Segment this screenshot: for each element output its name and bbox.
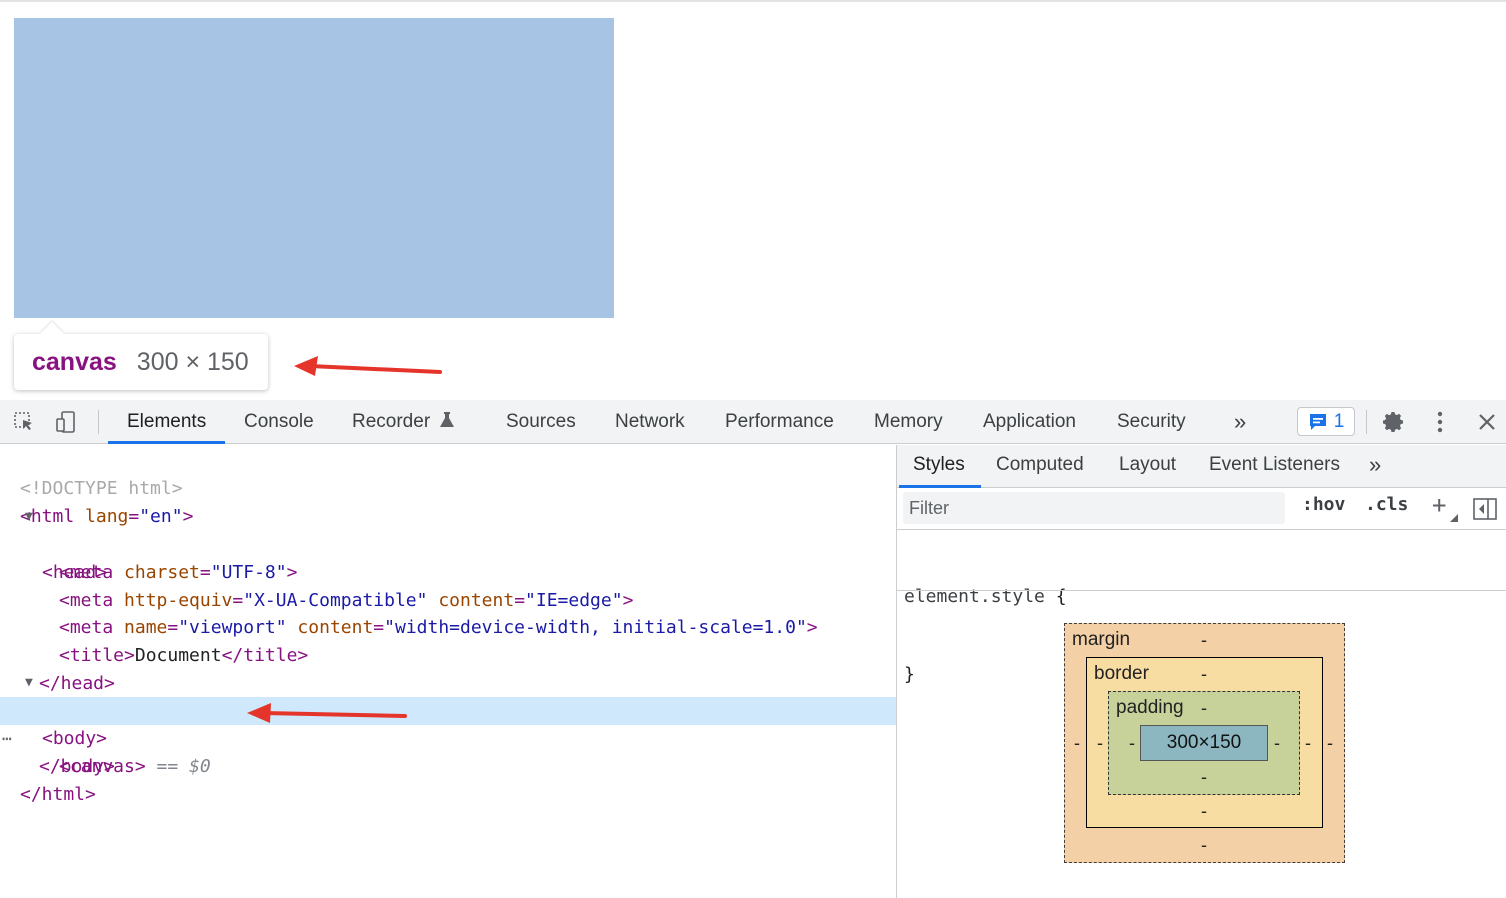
tab-recorder-label: Recorder xyxy=(352,411,431,432)
expand-triangle-icon[interactable]: ▼ xyxy=(25,669,33,697)
canvas-element[interactable] xyxy=(14,18,614,318)
box-model-content[interactable]: 300×150 xyxy=(1140,725,1268,761)
styles-filter-input[interactable] xyxy=(903,492,1285,524)
tab-memory[interactable]: Memory xyxy=(874,400,943,444)
sidebar-more-tabs-icon[interactable]: » xyxy=(1369,445,1381,487)
tab-console[interactable]: Console xyxy=(244,400,314,444)
active-tab-indicator xyxy=(108,441,225,444)
new-rule-menu-icon xyxy=(1450,514,1458,522)
padding-right-value[interactable]: - xyxy=(1274,733,1280,754)
kebab-menu-icon[interactable] xyxy=(1426,408,1454,436)
margin-right-value[interactable]: - xyxy=(1327,733,1333,754)
dom-meta-charset[interactable]: <meta charset="UTF-8"> xyxy=(0,531,896,583)
border-bottom-value[interactable]: - xyxy=(1201,801,1207,822)
dom-html-close[interactable]: </html> xyxy=(0,753,896,805)
tab-application[interactable]: Application xyxy=(983,400,1076,444)
tab-network[interactable]: Network xyxy=(615,400,685,444)
close-brace: } xyxy=(904,664,915,685)
gear-icon[interactable] xyxy=(1380,408,1408,436)
cls-toggle-button[interactable]: .cls xyxy=(1365,494,1408,515)
padding-left-value[interactable]: - xyxy=(1129,733,1135,754)
margin-label: margin xyxy=(1072,629,1131,650)
dom-title[interactable]: <title>Document</title> xyxy=(0,614,896,666)
tab-elements[interactable]: Elements xyxy=(127,400,206,444)
tab-event-listeners[interactable]: Event Listeners xyxy=(1209,445,1340,487)
margin-bottom-value[interactable]: - xyxy=(1201,835,1207,856)
border-label: border xyxy=(1094,663,1149,684)
annotation-arrow-icon xyxy=(294,356,442,376)
annotation-arrow-icon xyxy=(247,703,407,723)
padding-top-value[interactable]: - xyxy=(1201,698,1207,719)
close-icon[interactable] xyxy=(1473,408,1501,436)
inspect-element-icon[interactable] xyxy=(10,408,38,436)
tooltip-dimensions: 300 × 150 xyxy=(136,347,249,376)
hov-toggle-button[interactable]: :hov xyxy=(1302,494,1345,515)
element-style-rule[interactable]: element.style { } xyxy=(904,532,1067,714)
rule-divider xyxy=(897,590,1506,591)
more-tabs-icon[interactable]: » xyxy=(1234,400,1246,444)
dom-canvas-selected[interactable]: ⋯ <canvas> == $0 xyxy=(0,697,896,777)
tab-sources[interactable]: Sources xyxy=(506,400,576,444)
tab-recorder[interactable]: Recorder xyxy=(352,400,455,444)
border-right-value[interactable]: - xyxy=(1305,733,1311,754)
toggle-sidebar-pane-icon[interactable] xyxy=(1473,498,1497,520)
dom-head-open[interactable]: ▼ <head> xyxy=(0,503,896,583)
tab-styles[interactable]: Styles xyxy=(913,445,965,487)
toolbar-separator xyxy=(1366,410,1367,434)
dom-body-open[interactable]: ▼ <body> xyxy=(0,669,896,749)
dom-body-close[interactable]: </body> xyxy=(0,725,896,777)
tooltip-tag-name: canvas xyxy=(32,347,117,376)
margin-top-value[interactable]: - xyxy=(1201,630,1207,651)
styles-filter-bar: :hov .cls + xyxy=(897,488,1506,530)
issues-button[interactable]: 1 xyxy=(1297,407,1355,436)
padding-label: padding xyxy=(1116,697,1184,718)
new-style-rule-button[interactable]: + xyxy=(1432,491,1446,519)
dom-meta-http-equiv[interactable]: <meta http-equiv="X-UA-Compatible" conte… xyxy=(0,559,896,611)
tab-computed[interactable]: Computed xyxy=(996,445,1084,487)
tab-layout[interactable]: Layout xyxy=(1119,445,1176,487)
padding-bottom-value[interactable]: - xyxy=(1201,767,1207,788)
tab-security[interactable]: Security xyxy=(1117,400,1186,444)
dom-html-open[interactable]: <html lang="en"> xyxy=(0,475,896,527)
dom-meta-viewport[interactable]: <meta name="viewport" content="width=dev… xyxy=(0,586,896,638)
toolbar-separator xyxy=(98,410,99,434)
border-left-value[interactable]: - xyxy=(1097,733,1103,754)
dom-doctype[interactable]: <!DOCTYPE html> xyxy=(0,447,896,499)
tab-performance[interactable]: Performance xyxy=(725,400,834,444)
dom-head-close[interactable]: </head> xyxy=(0,642,896,694)
expand-triangle-icon[interactable]: ▼ xyxy=(25,503,33,531)
elements-panel: <!DOCTYPE html> <html lang="en"> ▼ <head… xyxy=(0,445,896,898)
inspect-tooltip: canvas 300 × 150 xyxy=(14,334,268,390)
recorder-flask-icon xyxy=(440,412,455,427)
issues-count: 1 xyxy=(1333,410,1345,432)
html-close-tag: </html> xyxy=(20,784,96,805)
margin-left-value[interactable]: - xyxy=(1074,733,1080,754)
device-toolbar-icon[interactable] xyxy=(52,408,80,436)
page-top-border xyxy=(0,0,1506,2)
issues-chat-icon xyxy=(1309,413,1326,430)
border-top-value[interactable]: - xyxy=(1201,664,1207,685)
devtools-toolbar: Elements Console Recorder Sources Networ… xyxy=(0,400,1506,444)
sidebar-tabs: Styles Computed Layout Event Listeners » xyxy=(897,445,1506,488)
